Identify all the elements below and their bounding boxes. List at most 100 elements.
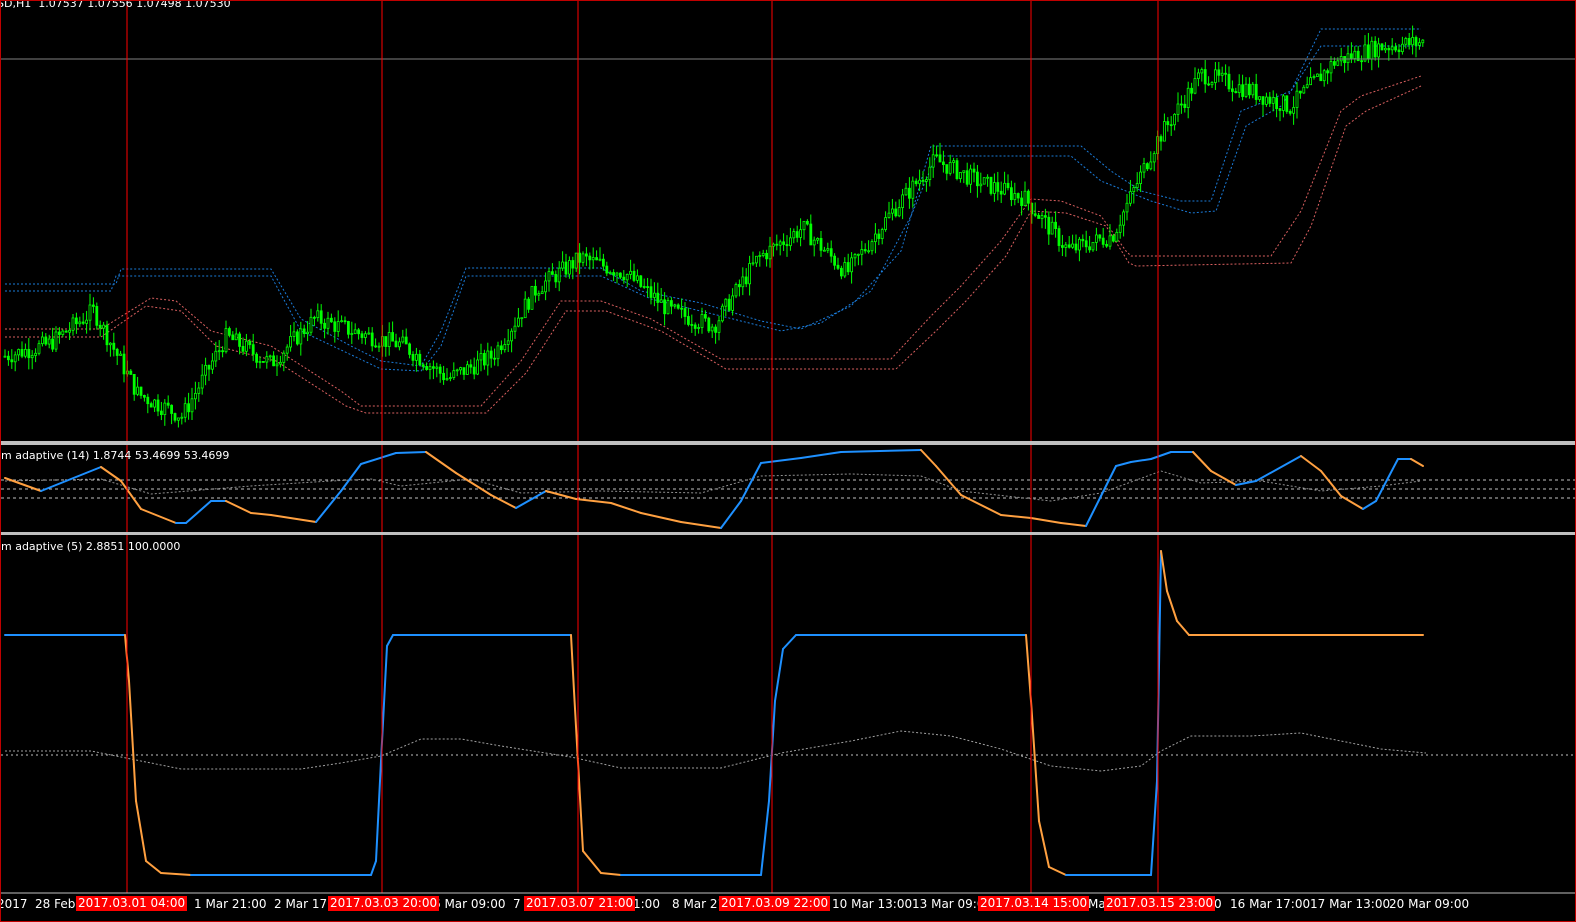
candle [309, 308, 313, 336]
candle [952, 157, 955, 174]
candle [540, 285, 544, 295]
time-label: 20 Mar 09:00 [1389, 897, 1470, 911]
candle [727, 294, 731, 312]
candle [1312, 74, 1316, 80]
candle [292, 322, 296, 342]
oscillator-segment [1025, 634, 1032, 702]
candle [765, 249, 768, 267]
candle [462, 367, 466, 380]
candle [455, 368, 459, 377]
oscillator-segment [1100, 465, 1117, 497]
candle [585, 247, 588, 266]
oscillator-segment [40, 466, 102, 492]
oscillator-segment [375, 760, 382, 862]
chart-canvas[interactable] [1, 1, 1575, 921]
candle [1231, 80, 1234, 102]
candle [1418, 38, 1421, 50]
oscillator-segment [455, 472, 492, 496]
candle [653, 282, 656, 307]
candle [251, 333, 255, 362]
candle [942, 150, 945, 173]
time-label: 28 Feb [35, 897, 76, 911]
candle [520, 317, 524, 328]
candle [744, 268, 748, 288]
candle [1125, 194, 1129, 221]
candle [636, 269, 639, 284]
candle [244, 333, 248, 357]
oscillator-segment [800, 451, 842, 459]
candle [602, 253, 605, 271]
candle [1081, 234, 1085, 248]
candle [880, 227, 884, 245]
candle [329, 313, 333, 323]
candle [119, 350, 122, 356]
candle [945, 164, 949, 181]
candle [217, 340, 221, 361]
oscillator-segment [840, 449, 922, 453]
candle [37, 340, 41, 356]
time-label: 10 Mar 13:00 [832, 897, 913, 911]
candle [557, 261, 561, 292]
candle [666, 297, 670, 315]
candle [1105, 240, 1108, 248]
candle [707, 316, 711, 334]
candle [1101, 227, 1105, 248]
candle [102, 321, 105, 340]
candle [149, 401, 153, 408]
candle [1115, 228, 1119, 242]
candle [554, 270, 558, 288]
candle [431, 360, 435, 380]
candle [510, 328, 514, 353]
candle [857, 253, 860, 266]
candle [336, 310, 340, 337]
candle [1401, 36, 1404, 55]
candle [112, 332, 116, 357]
candle [738, 279, 741, 297]
candle [1016, 192, 1020, 204]
candle [503, 338, 507, 353]
candle [663, 292, 666, 326]
candle [1057, 225, 1061, 252]
candle [394, 333, 398, 348]
candle [34, 348, 37, 363]
candle [578, 243, 581, 275]
candle [816, 237, 819, 244]
candle [479, 343, 483, 372]
candle [1027, 189, 1030, 211]
candle [261, 361, 265, 363]
candle [918, 169, 921, 192]
candle [1210, 81, 1214, 88]
candle [1329, 56, 1333, 82]
oscillator-5-line [4, 550, 1424, 876]
candle [27, 338, 31, 370]
candle [200, 364, 204, 395]
candle [897, 199, 901, 218]
oscillator-segment [225, 500, 252, 514]
oscillator-segment [386, 634, 394, 647]
candle [214, 341, 218, 368]
time-label: 1:00 [633, 897, 660, 911]
candle [993, 173, 996, 202]
oscillator-segment [1192, 451, 1212, 472]
candle [163, 399, 167, 426]
candle [146, 393, 150, 414]
oscillator-segment [1362, 500, 1377, 510]
candle [207, 364, 211, 381]
time-label: 16 Mar 17:00 [1230, 897, 1311, 911]
candle [989, 176, 993, 196]
chart-window[interactable]: SD,H1 1.07537 1.07556 1.07498 1.07530 m … [0, 0, 1576, 922]
oscillator-segment [145, 860, 162, 874]
candle [1309, 67, 1312, 86]
candle [850, 252, 853, 284]
candle [792, 228, 796, 244]
upper-band-line [5, 45, 1421, 372]
candle [204, 357, 208, 386]
candle [1278, 107, 1282, 122]
oscillator-segment [920, 449, 937, 467]
candle [51, 327, 54, 352]
candle [959, 171, 962, 183]
candle [1305, 76, 1309, 89]
candle [176, 417, 180, 428]
candle [377, 342, 381, 352]
candle [870, 239, 874, 255]
